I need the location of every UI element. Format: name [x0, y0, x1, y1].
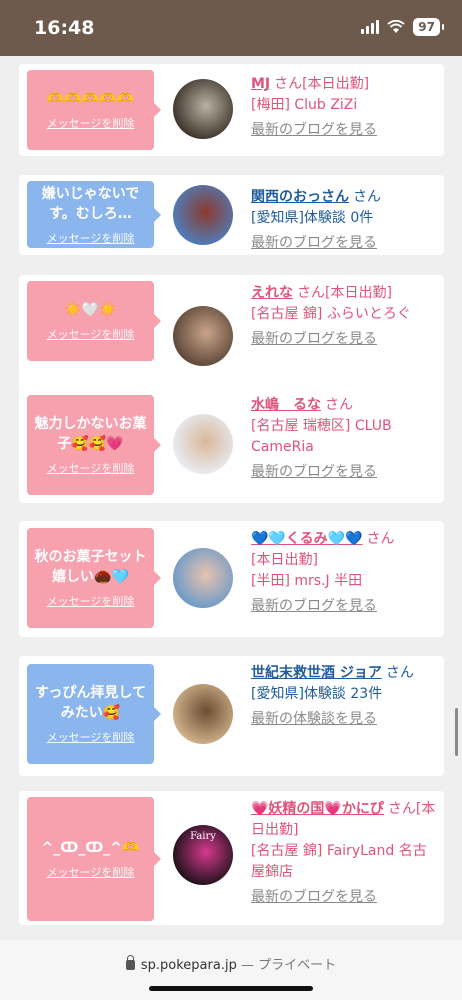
- delete-message-link[interactable]: メッセージを削除: [47, 230, 135, 246]
- url-separator: —: [240, 958, 254, 973]
- url-text[interactable]: sp.pokepara.jp — プライベート: [0, 954, 462, 973]
- sender-name-link[interactable]: MJ: [251, 76, 270, 92]
- message-text: ☀️🤍☀️: [64, 302, 117, 318]
- delete-message-link[interactable]: メッセージを削除: [47, 460, 135, 476]
- status-bar: 16:48 97: [0, 0, 462, 56]
- message-card[interactable]: ☀️🤍☀️ メッセージを削除 えれな さん[本日出勤] [名古屋 錦] ふらいとろぐ最新…: [19, 275, 444, 395]
- message-bubble: 魅力しかないお菓子🥰🥰💗 メッセージを削除: [27, 395, 161, 495]
- message-text: すっぴん拝見してみたい🥰: [34, 685, 147, 721]
- sender-name-link[interactable]: 世紀末救世酒 ジョア: [251, 665, 382, 681]
- message-card[interactable]: 🫶🫶🫶🫶🫶 メッセージを削除 MJ さん[本日出勤] [梅田] Club ZiZi 最新の…: [19, 64, 444, 156]
- avatar-logo-text: Fairy: [190, 831, 216, 842]
- sender-detail: [半田] mrs.J 半田: [251, 573, 363, 589]
- sender-suffix: さん: [366, 531, 395, 547]
- message-bubble: 秋のお菓子セット嬉しい🌰🩵 メッセージを削除: [27, 528, 161, 628]
- sender-name-link[interactable]: 水嶋 るな: [251, 397, 321, 413]
- avatar[interactable]: [173, 185, 233, 245]
- latest-post-link[interactable]: 最新のブログを見る: [251, 233, 437, 254]
- signal-icon: [361, 20, 380, 34]
- sender-name-link[interactable]: えれな: [251, 285, 293, 301]
- sender-detail: [名古屋 錦] FairyLand 名古屋錦店: [251, 843, 427, 880]
- status-time: 16:48: [34, 17, 95, 39]
- browsing-mode: プライベート: [258, 958, 337, 973]
- sender-detail: [愛知県]体験談 23件: [251, 686, 383, 702]
- message-text: 魅力しかないお菓子🥰🥰💗: [34, 416, 147, 452]
- latest-post-link[interactable]: 最新のブログを見る: [251, 120, 437, 141]
- latest-post-link[interactable]: 最新のブログを見る: [251, 887, 437, 908]
- sender-info: 💗妖精の国💗かにぴ さん[本日出勤] [名古屋 錦] FairyLand 名古屋錦店…: [251, 799, 437, 908]
- delete-message-link[interactable]: メッセージを削除: [47, 593, 135, 609]
- sender-detail: [本日出勤]: [251, 552, 318, 568]
- sender-info: 世紀末救世酒 ジョア さん [愛知県]体験談 23件最新の体験談を見る: [251, 663, 437, 730]
- delete-message-link[interactable]: メッセージを削除: [47, 115, 135, 131]
- delete-message-link[interactable]: メッセージを削除: [47, 729, 135, 745]
- battery-indicator: 97: [413, 18, 444, 36]
- message-bubble: 嫌いじゃないです。むしろ… メッセージを削除: [27, 181, 161, 248]
- sender-info: えれな さん[本日出勤] [名古屋 錦] ふらいとろぐ最新のブログを見る: [251, 283, 437, 350]
- sender-name-link[interactable]: 関西のおっさん: [251, 189, 349, 205]
- sender-info: MJ さん[本日出勤] [梅田] Club ZiZi 最新のブログを見る: [251, 74, 437, 141]
- sender-info: 💙🩵くるみ🩵💙 さん [本日出勤] [半田] mrs.J 半田最新のブログを見る: [251, 529, 437, 617]
- message-bubble: ☀️🤍☀️ メッセージを削除: [27, 281, 161, 361]
- delete-message-link[interactable]: メッセージを削除: [47, 326, 135, 342]
- url-domain: sp.pokepara.jp: [140, 958, 237, 973]
- message-card[interactable]: すっぴん拝見してみたい🥰 メッセージを削除 世紀末救世酒 ジョア さん [愛知県]体験談…: [19, 656, 444, 776]
- sender-suffix: さん: [385, 665, 414, 681]
- avatar[interactable]: [173, 548, 233, 608]
- message-card[interactable]: 嫌いじゃないです。むしろ… メッセージを削除 関西のおっさん さん [愛知県]体験談 0…: [19, 175, 444, 255]
- sender-name-link[interactable]: 💗妖精の国💗かにぴ: [251, 801, 384, 817]
- message-text: 🫶🫶🫶🫶🫶: [46, 91, 135, 107]
- message-bubble: すっぴん拝見してみたい🥰 メッセージを削除: [27, 664, 161, 764]
- avatar[interactable]: [173, 79, 233, 139]
- home-indicator[interactable]: [149, 986, 313, 991]
- sender-suffix: さん: [325, 397, 353, 413]
- latest-post-link[interactable]: 最新の体験談を見る: [251, 709, 437, 730]
- sender-detail: [名古屋 瑞穂区] CLUB CameRia: [251, 418, 392, 455]
- message-text: 秋のお菓子セット嬉しい🌰🩵: [34, 549, 147, 585]
- sender-detail: [梅田] Club ZiZi: [251, 97, 358, 113]
- avatar[interactable]: Fairy: [173, 825, 233, 885]
- sender-suffix: さん[本日出勤]: [274, 76, 370, 92]
- sender-detail: [愛知県]体験談 0件: [251, 210, 374, 226]
- status-icons: 97: [361, 18, 444, 36]
- avatar[interactable]: [173, 414, 233, 474]
- latest-post-link[interactable]: 最新のブログを見る: [251, 596, 437, 617]
- wifi-icon: [387, 20, 405, 33]
- message-card[interactable]: ^_ↀ_ↀ_^🫶 メッセージを削除 Fairy 💗妖精の国💗かにぴ さん[本日出勤] [名…: [19, 791, 444, 925]
- avatar[interactable]: [173, 306, 233, 366]
- message-bubble: ^_ↀ_ↀ_^🫶 メッセージを削除: [27, 797, 161, 921]
- latest-post-link[interactable]: 最新のブログを見る: [251, 329, 437, 350]
- latest-post-link[interactable]: 最新のブログを見る: [251, 462, 437, 483]
- scrollbar[interactable]: [455, 708, 458, 756]
- sender-info: 関西のおっさん さん [愛知県]体験談 0件最新のブログを見る: [251, 187, 437, 254]
- message-card[interactable]: 魅力しかないお菓子🥰🥰💗 メッセージを削除 水嶋 るな さん [名古屋 瑞穂区] CLU…: [19, 387, 444, 503]
- sender-suffix: さん: [353, 189, 381, 205]
- sender-suffix: さん[本日出勤]: [297, 285, 392, 301]
- avatar[interactable]: [173, 684, 233, 744]
- sender-name-link[interactable]: 💙🩵くるみ🩵💙: [251, 531, 362, 547]
- message-text: 嫌いじゃないです。むしろ…: [41, 185, 140, 222]
- url-bar[interactable]: sp.pokepara.jp — プライベート: [0, 940, 462, 1000]
- delete-message-link[interactable]: メッセージを削除: [47, 864, 135, 880]
- sender-detail: [名古屋 錦] ふらいとろぐ: [251, 306, 411, 322]
- sender-info: 水嶋 るな さん [名古屋 瑞穂区] CLUB CameRia 最新のブログを見る: [251, 395, 437, 483]
- lock-icon: [125, 955, 135, 970]
- message-card[interactable]: 秋のお菓子セット嬉しい🌰🩵 メッセージを削除 💙🩵くるみ🩵💙 さん [本日出勤] [半田]…: [19, 521, 444, 637]
- message-text: ^_ↀ_ↀ_^🫶: [41, 840, 140, 856]
- message-bubble: 🫶🫶🫶🫶🫶 メッセージを削除: [27, 70, 161, 150]
